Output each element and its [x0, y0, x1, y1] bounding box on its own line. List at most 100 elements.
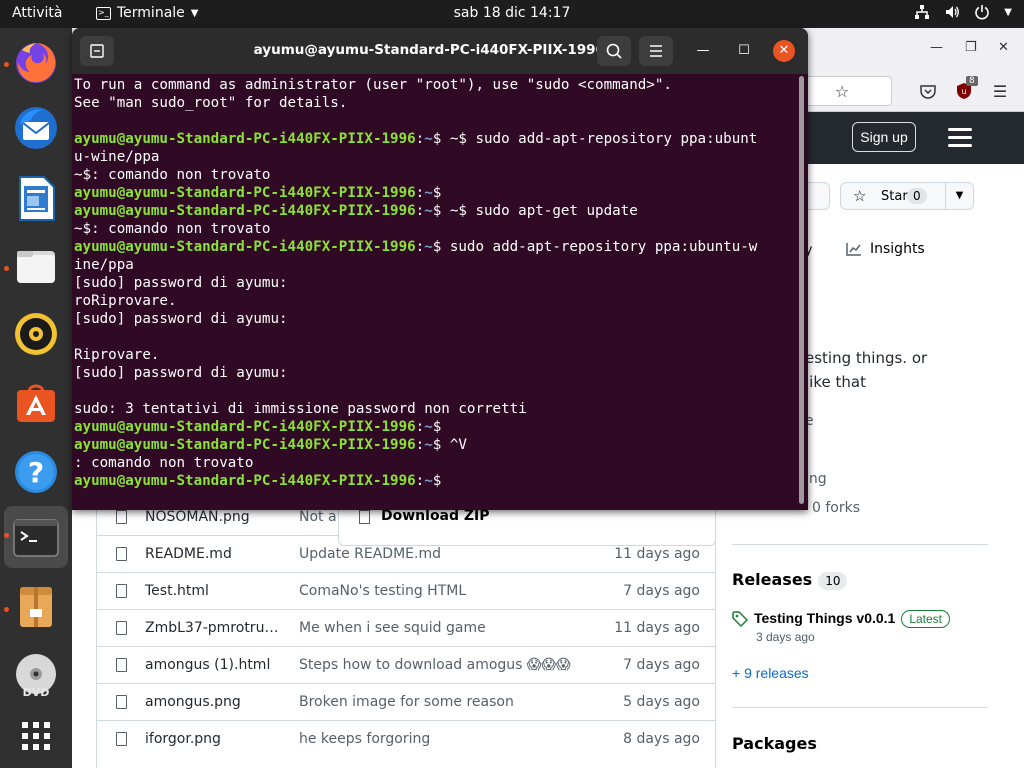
svg-text:DVD: DVD — [23, 686, 50, 699]
help-icon[interactable]: ? — [12, 448, 60, 496]
file-name[interactable]: amongus (1).html — [145, 657, 287, 673]
file-name[interactable]: ZmbL37-pmrotru8o.... — [145, 620, 287, 636]
close-icon[interactable]: ✕ — [773, 40, 795, 62]
hamburger-menu-icon[interactable] — [948, 128, 972, 147]
app-menu[interactable]: >_ Terminale ▼ — [96, 5, 198, 21]
file-name[interactable]: iforgor.png — [145, 731, 287, 747]
command-text: ^V — [441, 437, 467, 453]
prompt-path: ~ — [424, 131, 433, 147]
output-text: sudo: 3 tentativi di immissione password… — [74, 401, 527, 417]
ubuntu-software-icon[interactable] — [12, 378, 60, 426]
star-button[interactable]: ☆ Star 0 ▼ — [840, 182, 974, 210]
prompt-path: ~ — [424, 239, 433, 255]
latest-release[interactable]: Testing Things v0.0.1 Latest — [732, 610, 951, 629]
sign-up-button[interactable]: Sign up — [852, 122, 916, 152]
system-tray[interactable]: ▼ — [914, 4, 1012, 20]
prompt-user: ayumu@ayumu-Standard-PC-i440FX-PIIX-1996 — [74, 473, 416, 489]
terminal-output[interactable]: To run a command as administrator (user … — [74, 76, 798, 490]
releases-heading[interactable]: Releases 10 — [732, 570, 848, 590]
output-text: : comando non trovato — [74, 455, 254, 471]
more-releases-link[interactable]: + 9 releases — [732, 665, 809, 681]
file-row[interactable]: iforgor.png he keeps forgoring 8 days ago — [96, 720, 716, 757]
svg-text:u: u — [961, 87, 966, 96]
commit-date: 11 days ago — [614, 620, 700, 636]
terminal-window[interactable]: ayumu@ayumu-Standard-PC-i440FX-PIIX-1996… — [72, 28, 808, 510]
terminal-line: ayumu@ayumu-Standard-PC-i440FX-PIIX-1996… — [74, 436, 798, 454]
file-name[interactable]: NOSOMAN.png — [145, 509, 287, 525]
commit-date: 8 days ago — [623, 731, 700, 747]
releases-count: 10 — [818, 571, 848, 590]
commit-date: 7 days ago — [623, 657, 700, 673]
terminal-scrollbar[interactable] — [799, 76, 804, 504]
firefox-icon[interactable] — [12, 38, 60, 86]
star-label: Star — [881, 189, 908, 204]
search-button[interactable] — [597, 36, 631, 66]
terminal-line: [sudo] password di ayumu: — [74, 364, 798, 382]
commit-message[interactable]: Broken image for some reason — [299, 694, 514, 710]
file-name[interactable]: amongus.png — [145, 694, 287, 710]
commit-date: 5 days ago — [623, 694, 700, 710]
prompt-path: ~ — [424, 437, 433, 453]
commit-message[interactable]: Me when i see squid game — [299, 620, 486, 636]
file-row[interactable]: ZmbL37-pmrotru8o.... Me when i see squid … — [96, 609, 716, 646]
close-icon[interactable]: ✕ — [998, 40, 1009, 55]
terminal-line: : comando non trovato — [74, 454, 798, 472]
commit-message[interactable]: Steps how to download amogus 😱😱😱 — [299, 657, 571, 673]
rhythmbox-icon[interactable] — [12, 310, 60, 358]
prompt-path: ~ — [424, 473, 433, 489]
dvd-icon[interactable]: DVD — [12, 652, 60, 700]
app-menu-label: Terminale — [117, 5, 185, 21]
commit-message[interactable]: ComaNo's testing HTML — [299, 583, 466, 599]
thunderbird-icon[interactable] — [12, 104, 60, 152]
ublock-icon[interactable]: u 8 — [950, 76, 978, 104]
tab-insights[interactable]: Insights — [846, 241, 925, 257]
commit-message[interactable]: Update README.md — [299, 546, 441, 562]
star-icon: ☆ — [853, 187, 867, 205]
restore-icon[interactable]: ❐ — [965, 40, 977, 55]
about-text-4: ing — [805, 471, 827, 487]
commit-date: 11 days ago — [614, 546, 700, 562]
minimize-icon[interactable]: — — [930, 40, 943, 55]
terminal-line: [sudo] password di ayumu: — [74, 274, 798, 292]
prompt-dollar: $ — [432, 185, 442, 201]
terminal-line: To run a command as administrator (user … — [74, 76, 798, 94]
file-name[interactable]: Test.html — [145, 583, 287, 599]
files-icon[interactable] — [12, 242, 60, 290]
file-icon — [116, 621, 127, 635]
packages-heading[interactable]: Packages — [732, 734, 817, 753]
prompt-user: ayumu@ayumu-Standard-PC-i440FX-PIIX-1996 — [74, 131, 416, 147]
release-name: Testing Things v0.0.1 — [754, 610, 896, 626]
minimize-icon[interactable]: — — [692, 40, 714, 62]
prompt-path: ~ — [424, 185, 433, 201]
show-applications-icon[interactable] — [12, 712, 60, 760]
forks-count[interactable]: 0 forks — [812, 500, 860, 516]
chevron-down-icon[interactable]: ▼ — [945, 183, 973, 209]
bookmark-star-icon[interactable]: ☆ — [828, 78, 856, 104]
terminal-icon[interactable] — [12, 514, 60, 562]
commit-message[interactable]: he keeps forgoring — [299, 731, 430, 747]
activities-button[interactable]: Attività — [12, 5, 62, 21]
file-row[interactable]: Test.html ComaNo's testing HTML 7 days ago — [96, 572, 716, 609]
volume-icon — [946, 6, 960, 18]
zip-icon — [359, 510, 370, 524]
terminal-small-icon: >_ — [96, 6, 111, 20]
file-row[interactable]: amongus (1).html Steps how to download am… — [96, 646, 716, 683]
libreoffice-writer-icon[interactable] — [12, 174, 60, 222]
file-name[interactable]: README.md — [145, 546, 287, 562]
app-menu-icon[interactable]: ☰ — [986, 78, 1014, 104]
archive-manager-icon[interactable] — [12, 583, 60, 631]
new-tab-button[interactable] — [80, 36, 114, 66]
graph-icon — [846, 243, 861, 256]
terminal-headerbar[interactable]: ayumu@ayumu-Standard-PC-i440FX-PIIX-1996… — [72, 28, 808, 74]
maximize-icon[interactable]: ☐ — [733, 40, 755, 62]
pocket-icon[interactable] — [914, 78, 942, 104]
file-row[interactable]: amongus.png Broken image for some reason 5… — [96, 683, 716, 720]
output-text: u-wine/ppa — [74, 149, 160, 165]
output-text: ine/ppa — [74, 257, 134, 273]
terminal-menu-button[interactable] — [639, 36, 673, 66]
file-icon — [116, 547, 127, 561]
file-icon — [116, 510, 127, 524]
terminal-line: ine/ppa — [74, 256, 798, 274]
output-text: [sudo] password di ayumu: — [74, 311, 288, 327]
